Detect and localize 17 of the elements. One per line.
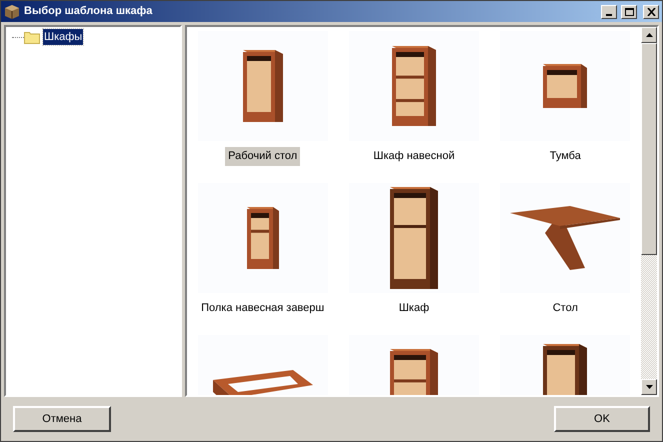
window-title: Выбор шаблона шкафа xyxy=(24,4,154,20)
cancel-button[interactable]: Отмена xyxy=(13,406,111,432)
folder-icon xyxy=(24,30,40,44)
maximize-icon xyxy=(624,8,634,16)
box-icon xyxy=(4,4,20,20)
ok-button[interactable]: OK xyxy=(554,406,650,432)
scroll-up-icon xyxy=(646,33,652,37)
close-icon xyxy=(646,8,656,16)
template-label[interactable]: Рабочий стол xyxy=(225,147,300,166)
minimize-button[interactable] xyxy=(601,4,617,18)
tree-item[interactable]: Шкафы xyxy=(43,28,84,46)
scrollbar[interactable] xyxy=(641,27,657,395)
close-button[interactable] xyxy=(643,4,659,18)
scroll-thumb[interactable] xyxy=(641,43,657,255)
scroll-down-icon xyxy=(646,385,652,389)
minimize-icon xyxy=(606,14,612,16)
maximize-button[interactable] xyxy=(621,4,637,18)
